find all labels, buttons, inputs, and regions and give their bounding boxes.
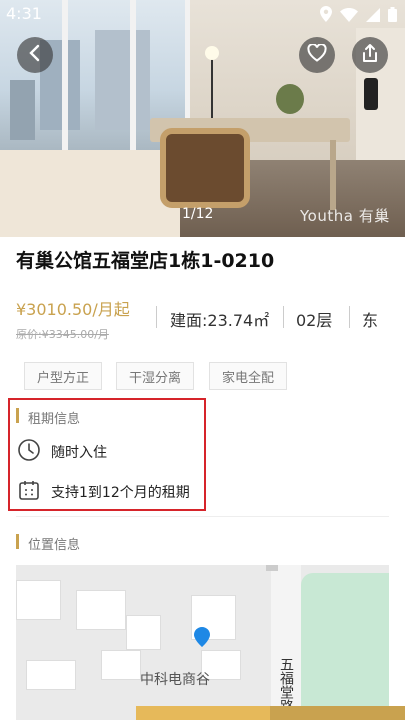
share-button[interactable]	[352, 37, 388, 73]
image-counter: 1/12	[182, 206, 214, 222]
battery-icon	[388, 6, 397, 26]
wifi-icon	[340, 7, 358, 26]
map-road-label: 五福堂路	[278, 657, 294, 713]
location-map[interactable]: 中科电商谷 五福堂路	[16, 565, 389, 720]
chevron-left-icon	[27, 44, 43, 66]
listing-photo[interactable]: 1/12 Youtha 有巢	[0, 0, 405, 237]
watermark-logo: Youtha 有巢	[300, 207, 390, 225]
listing-title: 有巢公馆五福堂店1栋1-0210	[16, 250, 275, 272]
spec-divider	[349, 306, 350, 328]
spec-divider	[156, 306, 157, 328]
area: 建面:23.74㎡	[170, 311, 270, 330]
rent-info-title: 租期信息	[28, 412, 81, 427]
price: ¥3010.50/月起	[16, 300, 130, 319]
section-accent-bar	[16, 408, 19, 423]
heart-icon	[307, 43, 327, 66]
map-poi-label: 中科电商谷	[140, 672, 210, 688]
original-price: 原价:¥3345.00/月	[16, 328, 109, 341]
map-pin-icon[interactable]	[194, 627, 210, 651]
share-icon	[361, 43, 379, 67]
rent-item-term: 支持1到12个月的租期	[17, 478, 190, 506]
clock-icon	[17, 438, 41, 466]
feature-tag: 家电全配	[209, 362, 288, 390]
status-bar: 4:31	[0, 0, 405, 28]
back-button[interactable]	[17, 37, 53, 73]
rent-item-move-in: 随时入住	[17, 438, 107, 466]
status-time: 4:31	[6, 4, 42, 23]
bottom-action-bar[interactable]	[136, 706, 270, 720]
calendar-icon	[17, 478, 41, 506]
feature-tag: 干湿分离	[116, 362, 195, 390]
orientation: 东	[362, 311, 379, 330]
section-divider	[16, 516, 389, 517]
location-icon	[320, 6, 332, 26]
favorite-button[interactable]	[299, 37, 335, 73]
rent-item-label: 随时入住	[51, 445, 107, 461]
floor: 02层	[296, 311, 333, 330]
bottom-action-bar[interactable]	[270, 706, 405, 720]
section-accent-bar	[16, 534, 19, 549]
rent-item-label: 支持1到12个月的租期	[51, 485, 190, 501]
spec-divider	[283, 306, 284, 328]
signal-icon	[366, 7, 380, 26]
location-title: 位置信息	[28, 538, 81, 553]
feature-tag: 户型方正	[24, 362, 103, 390]
